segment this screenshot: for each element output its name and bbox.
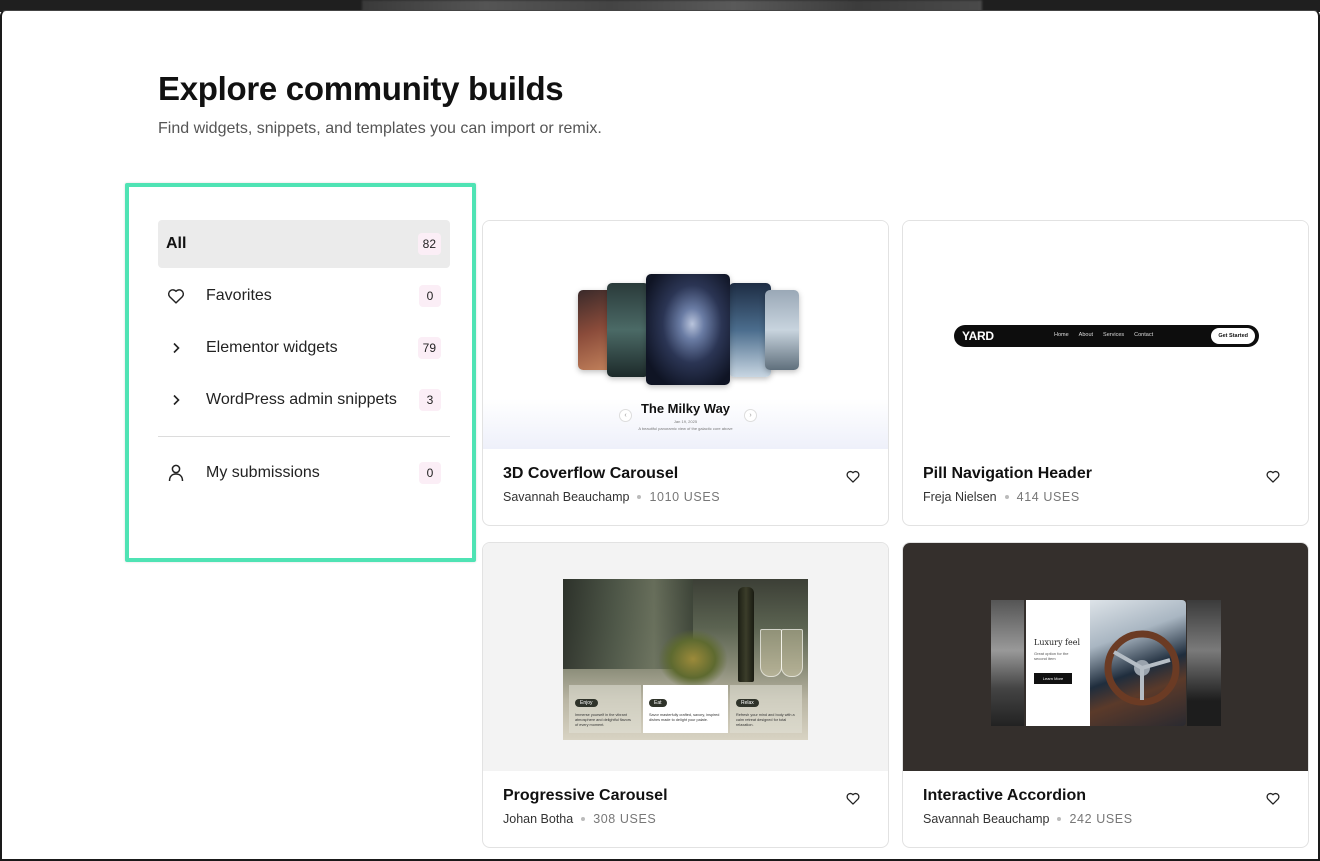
card-title[interactable]: Pill Navigation Header (923, 465, 1092, 483)
favorite-button[interactable] (1264, 789, 1282, 807)
preview-brand: YARD (962, 329, 994, 343)
preview-nav-link: Contact (1134, 332, 1154, 338)
page-subtitle: Find widgets, snippets, and templates yo… (158, 120, 602, 137)
preview-flowers (658, 629, 728, 689)
user-icon (166, 463, 186, 483)
card-thumbnail: ‹ › The Milky Way Jan 19, 2025 A beautif… (483, 221, 888, 449)
steering-wheel-icon (1104, 630, 1180, 706)
preview-wine-glass (781, 629, 803, 677)
preview-panel-text: Refresh your mind and body with a calm r… (736, 713, 795, 727)
page-title: Explore community builds (158, 70, 564, 107)
preview-date: Jan 19, 2025 (673, 419, 698, 424)
preview-nav-link: Services (1103, 332, 1125, 338)
coverflow-active-slide-image (646, 274, 730, 385)
sidebar-item-label: All (166, 235, 187, 252)
card-uses: 308 USES (593, 812, 657, 826)
preview-caption: A beautiful panoramic view of the galact… (638, 426, 733, 431)
card-thumbnail: Luxury feel Great option for the second … (903, 543, 1308, 771)
preview-panel-tag: Eat (649, 699, 667, 707)
card-title[interactable]: Progressive Carousel (503, 787, 668, 805)
chevron-right-icon[interactable] (166, 338, 186, 358)
sidebar-item-elementor-widgets[interactable]: Elementor widgets 79 (158, 324, 450, 372)
count-badge: 82 (417, 233, 441, 255)
build-card[interactable]: Enjoy Immerse yourself in the vibrant at… (482, 542, 889, 848)
heart-icon (846, 792, 860, 805)
build-card[interactable]: Luxury feel Great option for the second … (902, 542, 1309, 848)
sidebar-item-label: Elementor widgets (206, 339, 338, 356)
preview-wine-bottle (738, 587, 754, 682)
preview-nav-link: About (1078, 332, 1094, 338)
separator-dot (581, 817, 586, 821)
coverflow-slide-image (607, 283, 649, 377)
separator-dot (1057, 817, 1062, 821)
card-author: Savannah Beauchamp (923, 812, 1050, 826)
preview-panel-tag: Relax (736, 699, 759, 707)
preview-accordion-text-panel: Luxury feel Great option for the second … (1026, 600, 1090, 726)
card-author: Johan Botha (503, 812, 574, 826)
card-uses: 414 USES (1016, 490, 1080, 504)
favorite-button[interactable] (1264, 467, 1282, 485)
sidebar-item-favorites[interactable]: Favorites 0 (158, 272, 450, 320)
preview-accordion-panel (991, 600, 1024, 726)
preview-car-interior-image (1090, 600, 1186, 726)
heart-icon (1266, 792, 1280, 805)
preview-text: Great option for the second item (1034, 651, 1069, 661)
preview-nav-link: Home (1054, 332, 1069, 338)
favorite-button[interactable] (844, 789, 862, 807)
card-thumbnail: Enjoy Immerse yourself in the vibrant at… (483, 543, 888, 771)
card-thumbnail: YARD Home About Services Contact Get Sta… (903, 221, 1308, 449)
preview-button: Learn More (1034, 673, 1072, 684)
separator-dot (1004, 495, 1009, 499)
sidebar-item-label: WordPress admin snippets (206, 391, 397, 408)
preview-cta-button: Get Started (1211, 328, 1255, 344)
sidebar-divider (158, 436, 450, 437)
preview-panel: Relax Refresh your mind and body with a … (730, 685, 802, 733)
card-meta: Savannah Beauchamp 242 USES (923, 812, 1133, 826)
count-badge: 0 (419, 462, 441, 484)
preview-panel-text: Immerse yourself in the vibrant atmosphe… (575, 713, 631, 727)
card-uses: 1010 USES (649, 490, 721, 504)
preview-accordion-panel (1187, 600, 1221, 726)
favorite-button[interactable] (844, 467, 862, 485)
coverflow-slide-image (765, 290, 799, 370)
card-meta: Johan Botha 308 USES (503, 812, 656, 826)
card-author: Freja Nielsen (923, 490, 997, 504)
card-title[interactable]: Interactive Accordion (923, 787, 1086, 805)
sidebar-item-label: My submissions (206, 464, 320, 481)
card-author: Savannah Beauchamp (503, 490, 630, 504)
sidebar-item-all[interactable]: All 82 (158, 220, 450, 268)
card-meta: Savannah Beauchamp 1010 USES (503, 490, 720, 504)
card-meta: Freja Nielsen 414 USES (923, 490, 1080, 504)
count-badge: 0 (419, 285, 441, 307)
preview-wine-glass (760, 629, 782, 677)
preview-nav-links: Home About Services Contact (1054, 332, 1153, 338)
card-uses: 242 USES (1069, 812, 1133, 826)
sidebar-item-wordpress-admin-snippets[interactable]: WordPress admin snippets 3 (158, 376, 450, 424)
heart-icon (1266, 470, 1280, 483)
preview-pill-nav: YARD Home About Services Contact Get Sta… (954, 325, 1259, 347)
chevron-right-icon[interactable] (166, 390, 186, 410)
preview-panel: Enjoy Immerse yourself in the vibrant at… (569, 685, 641, 733)
sidebar-item-label: Favorites (206, 287, 272, 304)
separator-dot (637, 495, 642, 499)
heart-icon (846, 470, 860, 483)
build-card[interactable]: ‹ › The Milky Way Jan 19, 2025 A beautif… (482, 220, 889, 526)
count-badge: 3 (419, 389, 441, 411)
count-badge: 79 (417, 337, 441, 359)
preview-heading: The Milky Way (640, 401, 731, 416)
preview-panel-text: Savor masterfully crafted, savory, inspi… (649, 713, 720, 722)
build-card[interactable]: YARD Home About Services Contact Get Sta… (902, 220, 1309, 526)
sidebar-item-my-submissions[interactable]: My submissions 0 (158, 449, 450, 497)
preview-panel-tag: Enjoy (575, 699, 598, 707)
card-title[interactable]: 3D Coverflow Carousel (503, 465, 678, 483)
preview-restaurant-image: Enjoy Immerse yourself in the vibrant at… (563, 579, 808, 740)
preview-heading: Luxury feel (1034, 638, 1081, 647)
preview-panel-active: Eat Savor masterfully crafted, savory, i… (643, 685, 728, 733)
heart-icon (166, 286, 186, 306)
